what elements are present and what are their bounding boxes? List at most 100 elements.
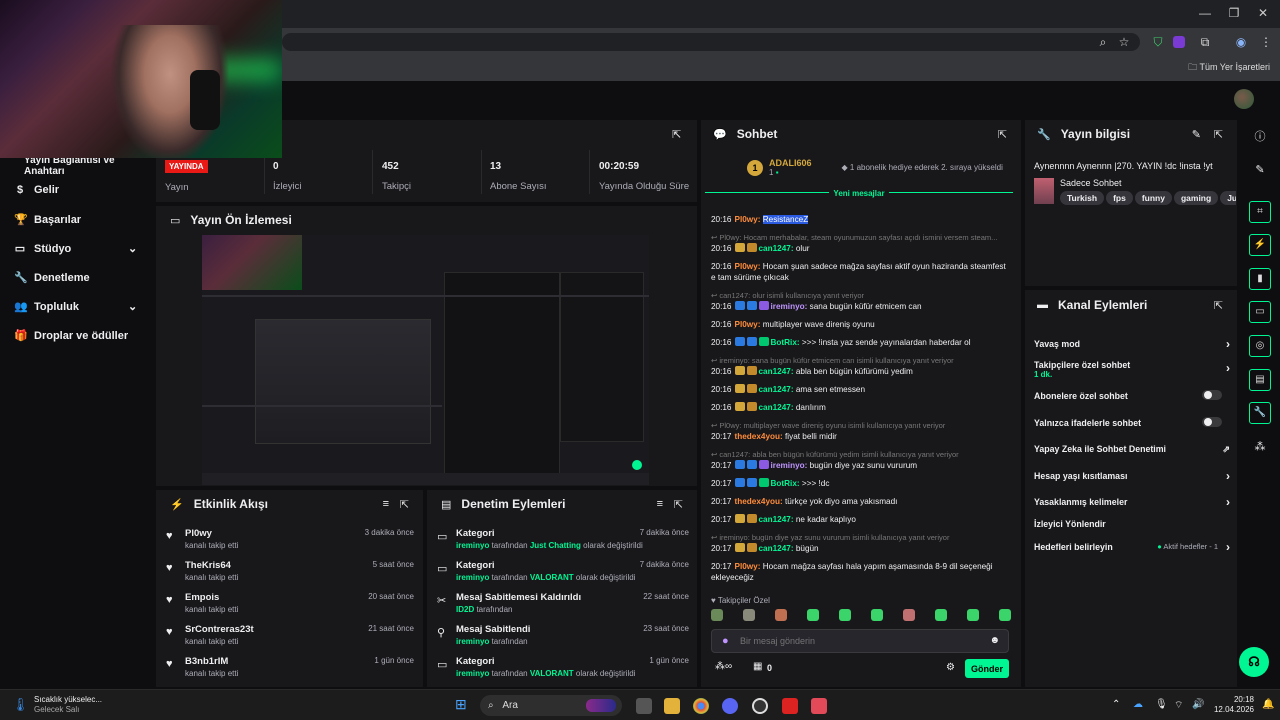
tray-volume-icon[interactable]: 🔊	[1192, 699, 1204, 710]
stream-tag[interactable]: fps	[1106, 191, 1133, 205]
chat-message-field[interactable]	[740, 636, 980, 646]
chat-message[interactable]: 20:16 can1247: darılırım	[711, 402, 1011, 413]
obs-icon[interactable]	[752, 698, 768, 714]
task-view-icon[interactable]	[636, 698, 652, 714]
chat-badge-icon[interactable]	[734, 460, 745, 469]
all-bookmarks[interactable]: 🗀 Tüm Yer İşaretleri	[1188, 60, 1270, 76]
popout-icon[interactable]: ⇱	[998, 128, 1007, 141]
moderation-user[interactable]: ireminyo	[456, 637, 489, 646]
address-bar[interactable]	[282, 33, 1140, 51]
menu-dots-icon[interactable]: ⋮	[1258, 34, 1274, 50]
channel-action-8[interactable]: Hedefleri belirleyin › ● Aktif hedefler - …	[1034, 540, 1230, 554]
chat-badge-icon[interactable]	[734, 301, 745, 310]
popout-icon[interactable]: ⇱	[400, 498, 409, 511]
weather-widget[interactable]: Sıcaklık yükselec... Gelecek Salı	[34, 695, 102, 715]
emote-icon[interactable]	[743, 609, 755, 621]
chat-username[interactable]: BotRix	[771, 338, 797, 347]
chat-username[interactable]: thedex4you	[735, 497, 781, 506]
channel-action-2[interactable]: Abonelere özel sohbet	[1034, 390, 1230, 401]
chat-badge-icon[interactable]	[734, 402, 745, 411]
chat-badge-icon[interactable]	[746, 366, 757, 375]
moderation-user[interactable]: ireminyo	[456, 541, 489, 550]
profile-icon[interactable]: ◉	[1233, 34, 1249, 50]
chat-badge-icon[interactable]	[734, 243, 745, 252]
emoji-icon[interactable]: ☻	[989, 635, 1000, 646]
channel-points-icon[interactable]: ▦	[753, 661, 762, 672]
chat-badge-icon[interactable]	[758, 460, 769, 469]
chat-message[interactable]: 20:16 Pl0wy: Hocam şuan sadece mağza sayf…	[711, 261, 1011, 283]
chat-username[interactable]: Pl0wy	[735, 320, 758, 329]
chat-badge-icon[interactable]	[734, 366, 745, 375]
emote-icon[interactable]	[839, 609, 851, 621]
tray-mic-icon[interactable]: 🎙	[1155, 699, 1168, 710]
zoom-icon[interactable]: ⌕	[1095, 34, 1111, 50]
moderation-user[interactable]: ireminyo	[456, 573, 489, 582]
stream-tag[interactable]: gaming	[1173, 191, 1219, 205]
chat-username[interactable]: Pl0wy	[735, 562, 758, 571]
channel-action-5[interactable]: Hesap yaşı kısıtlaması ›	[1034, 469, 1230, 483]
toggle-switch[interactable]	[1202, 390, 1222, 400]
tray-chevron-icon[interactable]: ⌃	[1112, 699, 1120, 710]
chevron-right-icon[interactable]: ›	[1226, 337, 1230, 351]
chat-username[interactable]: can1247	[759, 367, 791, 376]
moderation-item[interactable]: ✂ Mesaj Sabitlemesi Kaldırıldı ID2D tarafı…	[437, 592, 689, 620]
chevron-down-icon[interactable]: ⌄	[128, 300, 137, 313]
chat-badge-icon[interactable]	[746, 543, 757, 552]
chat-message[interactable]: 20:16 can1247: ama sen etmessen	[711, 384, 1011, 395]
chat-badge-icon[interactable]	[746, 402, 757, 411]
chat-username[interactable]: can1247	[759, 385, 791, 394]
channel-action-6[interactable]: Yasaklanmış kelimeler ›	[1034, 495, 1230, 509]
moderation-item[interactable]: ▭ Kategori ireminyo tarafından VALORANT ol…	[437, 656, 689, 684]
chat-username[interactable]: can1247	[759, 244, 791, 253]
chat-badge-icon[interactable]	[758, 301, 769, 310]
stream-tag[interactable]: Just	[1220, 191, 1236, 205]
chat-username[interactable]: BotRix	[771, 479, 797, 488]
chat-badge-icon[interactable]	[758, 337, 769, 346]
extension-icon[interactable]	[1173, 36, 1185, 48]
chat-username[interactable]: ireminyo	[771, 461, 805, 470]
tray-wifi-icon[interactable]: ⌔	[1174, 699, 1183, 712]
thermometer-icon[interactable]: 🌡	[12, 697, 29, 713]
windows-start-icon[interactable]: ⊞	[455, 696, 467, 713]
moderation-item[interactable]: ⚲ Mesaj Sabitlendi ireminyo tarafından 23 s…	[437, 624, 689, 652]
chat-badge-icon[interactable]	[734, 384, 745, 393]
moderation-item[interactable]: ▭ Kategori ireminyo tarafından Just Chatti…	[437, 528, 689, 556]
activity-item[interactable]: ♥ B3nb1rIM kanalı takip etti 1 gün önce	[166, 656, 416, 684]
category-box-art[interactable]	[1034, 178, 1054, 204]
emote-icon[interactable]	[903, 609, 915, 621]
bits-icon[interactable]: ⁂∞	[715, 661, 732, 672]
chat-badge-icon[interactable]	[734, 478, 745, 487]
chat-message[interactable]: 20:16 Pl0wy: multiplayer wave direniş oyu…	[711, 319, 1011, 330]
chat-badge-icon[interactable]	[746, 384, 757, 393]
chat-message[interactable]: ↩ ireminyo: sana bugün küfür etmicem can…	[711, 355, 1011, 377]
popout-icon[interactable]: ⇱	[674, 498, 683, 511]
chat-message[interactable]: ↩ Pl0wy: multiplayer wave direniş oyunu …	[711, 420, 1011, 442]
taskbar-search[interactable]: ⌕ Ara	[480, 695, 622, 716]
emote-icon[interactable]	[999, 609, 1011, 621]
bookmark-star-icon[interactable]: ☆	[1116, 34, 1132, 50]
external-link-icon[interactable]: ⇗	[1222, 444, 1230, 455]
vivaldi-icon[interactable]	[811, 698, 827, 714]
quick-action-broadcast[interactable]: ◎	[1249, 335, 1271, 357]
chat-badge-icon[interactable]	[734, 543, 745, 552]
maximize-icon[interactable]: ❐	[1224, 6, 1244, 20]
stream-tag[interactable]: funny	[1134, 191, 1172, 205]
moderation-user[interactable]: ID2D	[456, 605, 474, 614]
channel-action-7[interactable]: İzleyici Yönlendir	[1034, 519, 1230, 529]
hype-train-banner[interactable]: 1 ADALI606 1 ▪ ◆ 1 abonelik hediye edere…	[747, 158, 1003, 177]
activity-item[interactable]: ♥ Pl0wy kanalı takip etti 3 dakika önce	[166, 528, 416, 556]
channel-action-0[interactable]: Yavaş mod ›	[1034, 337, 1230, 351]
quick-action-clip[interactable]: ▮	[1249, 268, 1271, 290]
minimize-icon[interactable]: —	[1195, 6, 1215, 20]
channel-action-3[interactable]: Yalnızca ifadelerle sohbet	[1034, 417, 1230, 428]
notification-bell-icon[interactable]: 🔔	[1262, 699, 1274, 710]
stream-tag[interactable]: Turkish	[1060, 191, 1105, 205]
chat-message[interactable]: ↩ Pl0wy: Hocam merhabalar, steam oyunumu…	[711, 232, 1011, 254]
close-icon[interactable]: ✕	[1253, 6, 1273, 20]
chat-username[interactable]: can1247	[759, 403, 791, 412]
chat-message[interactable]: 20:17 BotRix: >>> !dc	[711, 478, 1011, 489]
chevron-right-icon[interactable]: ›	[1226, 540, 1230, 554]
chat-username[interactable]: Pl0wy	[735, 215, 758, 224]
emote-icon[interactable]	[967, 609, 979, 621]
sidebar-item-0[interactable]: $ Gelir	[14, 184, 144, 196]
